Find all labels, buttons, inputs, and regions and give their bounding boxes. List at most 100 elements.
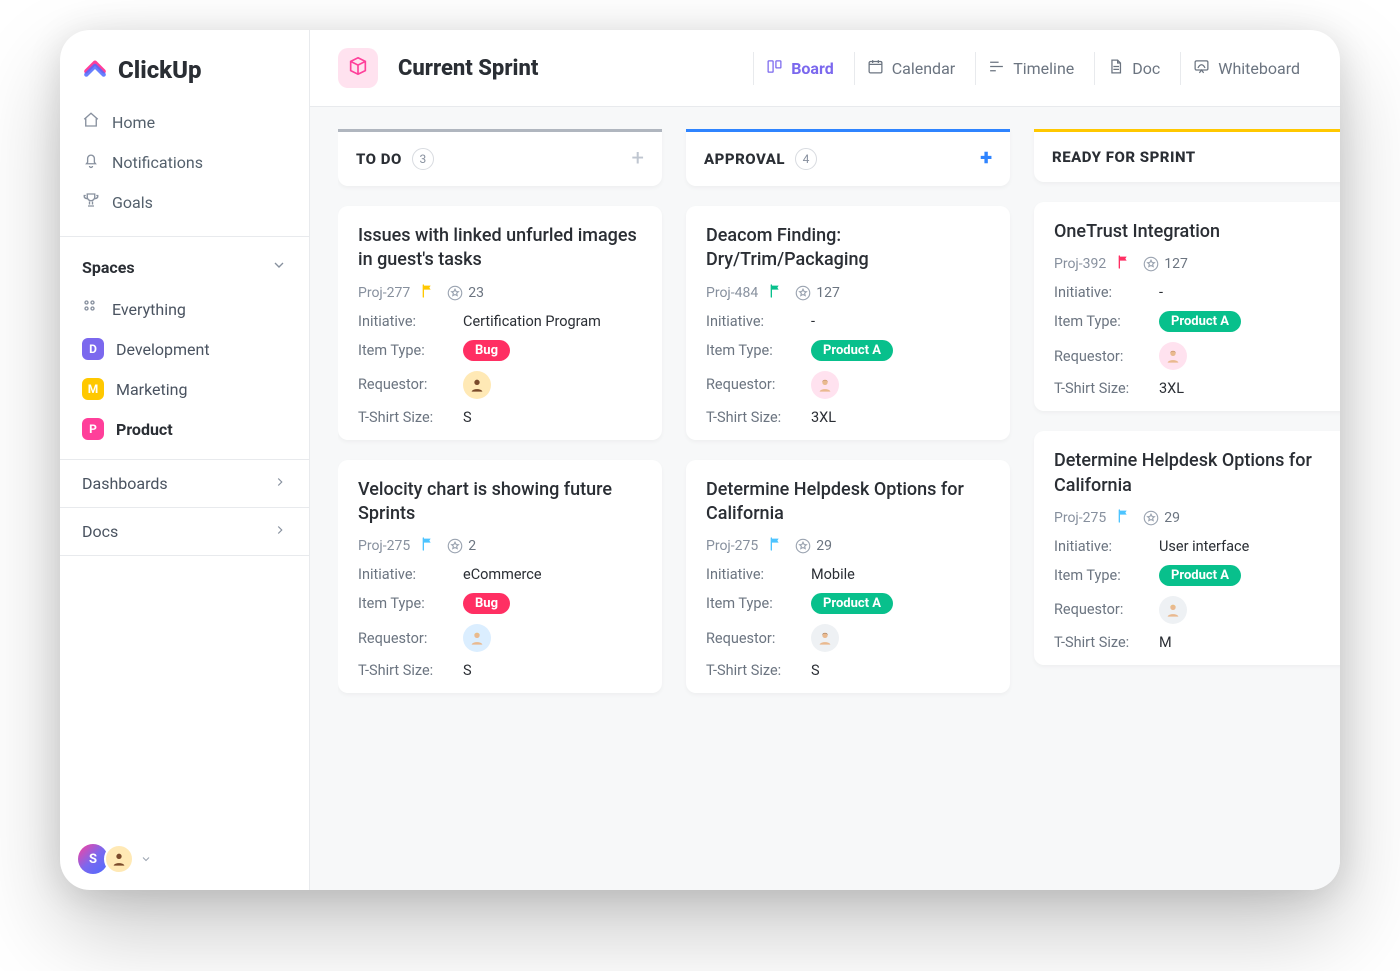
nav-label: Home	[112, 113, 155, 132]
requestor-label: Requestor:	[706, 630, 811, 647]
flag-icon[interactable]	[768, 283, 784, 303]
bell-icon	[82, 151, 100, 173]
item-type-label: Item Type:	[706, 595, 811, 612]
column-title: APPROVAL	[704, 150, 785, 168]
brand-logo[interactable]: ClickUp	[60, 30, 309, 96]
app-window: ClickUp Home Notifications Goals Spac	[60, 30, 1340, 890]
chevron-down-icon	[271, 257, 287, 277]
nav-goals[interactable]: Goals	[70, 182, 299, 222]
chevron-right-icon	[273, 474, 287, 493]
size-label: T-Shirt Size:	[358, 662, 463, 679]
initiative-label: Initiative:	[706, 313, 811, 330]
project-id: Proj-275	[706, 538, 758, 554]
requestor-avatar[interactable]	[1159, 596, 1187, 624]
view-doc[interactable]: Doc	[1094, 52, 1172, 85]
size-label: T-Shirt Size:	[1054, 380, 1159, 397]
view-board[interactable]: Board	[753, 52, 846, 85]
spaces-header[interactable]: Spaces	[60, 243, 309, 285]
flag-icon[interactable]	[420, 536, 436, 556]
board: TO DO 3 + Issues with linked unfurled im…	[310, 107, 1340, 890]
task-title: Determine Helpdesk Options for Californi…	[706, 478, 990, 527]
link-label: Dashboards	[82, 474, 168, 493]
size-value: S	[811, 662, 990, 679]
size-label: T-Shirt Size:	[358, 409, 463, 426]
view-label: Doc	[1132, 59, 1160, 78]
board-column: APPROVAL 4 + Deacom Finding: Dry/Trim/Pa…	[686, 129, 1010, 868]
flag-icon[interactable]	[1116, 508, 1132, 528]
nav-label: Goals	[112, 193, 153, 212]
topbar: Current Sprint Board Calendar Timeline	[310, 30, 1340, 107]
space-label: Marketing	[116, 380, 187, 399]
columns: TO DO 3 + Issues with linked unfurled im…	[338, 129, 1340, 868]
task-card[interactable]: Determine Helpdesk Options for Californi…	[1034, 431, 1340, 665]
initiative-value: -	[1159, 284, 1338, 301]
view-whiteboard[interactable]: Whiteboard	[1180, 52, 1312, 85]
view-label: Calendar	[892, 59, 955, 78]
requestor-label: Requestor:	[358, 376, 463, 393]
space-badge: D	[82, 338, 104, 360]
view-timeline[interactable]: Timeline	[975, 52, 1086, 85]
space-marketing[interactable]: M Marketing	[70, 369, 299, 409]
view-tabs: Board Calendar Timeline Doc	[753, 52, 1312, 85]
requestor-label: Requestor:	[1054, 601, 1159, 618]
item-type-pill: Product A	[1159, 565, 1241, 586]
card-list: Deacom Finding: Dry/Trim/Packaging Proj-…	[686, 206, 1010, 693]
requestor-avatar[interactable]	[1159, 342, 1187, 370]
size-label: T-Shirt Size:	[706, 662, 811, 679]
add-card-button[interactable]: +	[632, 148, 644, 170]
nav-label: Notifications	[112, 153, 203, 172]
task-card[interactable]: OneTrust Integration Proj-392 127 Initia…	[1034, 202, 1340, 411]
board-column: READY FOR SPRINT OneTrust Integration Pr…	[1034, 129, 1340, 868]
task-card[interactable]: Velocity chart is showing future Sprints…	[338, 460, 662, 694]
initiative-label: Initiative:	[1054, 284, 1159, 301]
column-header[interactable]: APPROVAL 4 +	[686, 129, 1010, 186]
nav-home[interactable]: Home	[70, 102, 299, 142]
space-product[interactable]: P Product	[70, 409, 299, 449]
flag-icon[interactable]	[768, 536, 784, 556]
whiteboard-icon	[1193, 58, 1210, 79]
nav-notifications[interactable]: Notifications	[70, 142, 299, 182]
task-title: OneTrust Integration	[1054, 220, 1338, 244]
space-everything[interactable]: Everything	[70, 289, 299, 329]
item-type-label: Item Type:	[1054, 313, 1159, 330]
initiative-value: Certification Program	[463, 313, 642, 330]
view-calendar[interactable]: Calendar	[854, 52, 967, 85]
requestor-avatar[interactable]	[463, 371, 491, 399]
space-badge: M	[82, 378, 104, 400]
calendar-icon	[867, 58, 884, 79]
column-header[interactable]: TO DO 3 +	[338, 129, 662, 186]
space-badge: P	[82, 418, 104, 440]
requestor-label: Requestor:	[1054, 348, 1159, 365]
task-card[interactable]: Issues with linked unfurled images in gu…	[338, 206, 662, 440]
sidebar-footer[interactable]: S	[60, 828, 309, 890]
main: Current Sprint Board Calendar Timeline	[310, 30, 1340, 890]
column-title: TO DO	[356, 150, 402, 168]
user-avatar[interactable]	[104, 844, 134, 874]
points-badge: 29	[794, 537, 832, 555]
task-card[interactable]: Deacom Finding: Dry/Trim/Packaging Proj-…	[686, 206, 1010, 440]
sidebar-docs[interactable]: Docs	[60, 507, 309, 556]
requestor-avatar[interactable]	[811, 624, 839, 652]
initiative-value: -	[811, 313, 990, 330]
flag-icon[interactable]	[1116, 254, 1132, 274]
size-value: S	[463, 662, 642, 679]
initiative-value: Mobile	[811, 566, 990, 583]
cube-icon	[347, 55, 369, 81]
item-type-pill: Bug	[463, 340, 510, 361]
link-label: Docs	[82, 522, 118, 541]
clickup-icon	[82, 54, 108, 86]
page-title: Current Sprint	[398, 56, 538, 81]
flag-icon[interactable]	[420, 283, 436, 303]
initiative-label: Initiative:	[1054, 538, 1159, 555]
divider	[60, 236, 309, 237]
space-development[interactable]: D Development	[70, 329, 299, 369]
column-header[interactable]: READY FOR SPRINT	[1034, 129, 1340, 182]
initiative-value: User interface	[1159, 538, 1338, 555]
sidebar-dashboards[interactable]: Dashboards	[60, 459, 309, 507]
add-card-button[interactable]: +	[980, 148, 992, 170]
task-card[interactable]: Determine Helpdesk Options for Californi…	[686, 460, 1010, 694]
requestor-avatar[interactable]	[811, 371, 839, 399]
initiative-label: Initiative:	[706, 566, 811, 583]
requestor-avatar[interactable]	[463, 624, 491, 652]
points-badge: 23	[446, 284, 484, 302]
